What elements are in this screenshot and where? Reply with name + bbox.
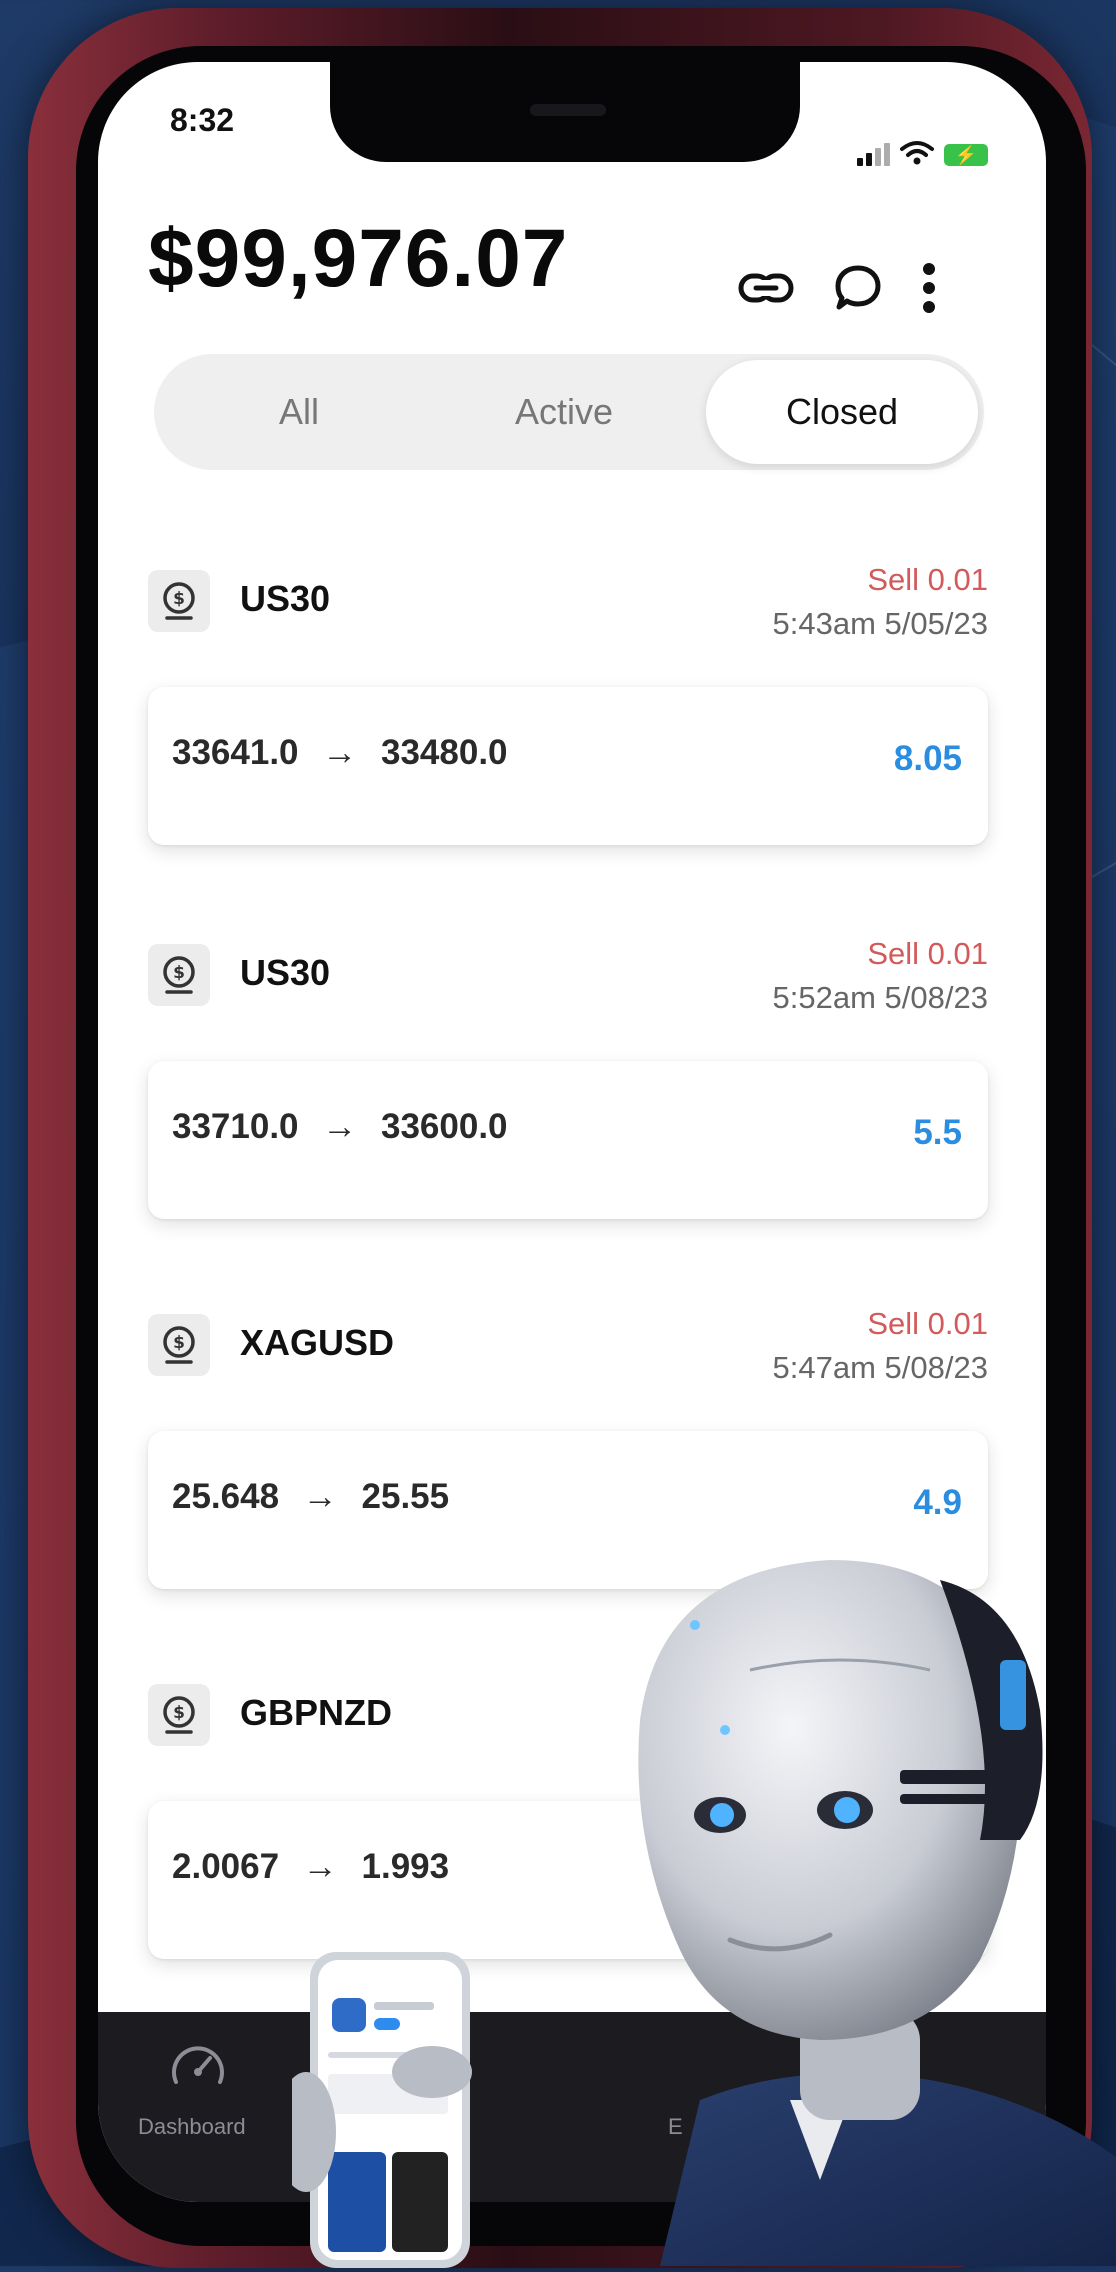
trade-prices: 33710.0 → 33600.0 [172,1107,508,1147]
svg-text:$: $ [173,963,185,983]
tab-closed[interactable]: Closed [706,360,978,464]
trade-prices: 33641.0 → 33480.0 [172,733,508,773]
symbol-name: XAGUSD [240,1322,395,1363]
dollar-coin-icon: $ [148,1314,210,1376]
arrow-right-icon: → [302,1477,338,1516]
trade-card[interactable]: 33710.0 → 33600.0 5.5 [148,1061,988,1219]
profit-value: 8.05 [893,739,962,778]
open-price: 33710.0 [172,1107,299,1146]
tab-active[interactable]: Active [454,354,674,470]
arrow-right-icon: → [322,733,358,772]
trade-time: 5:52am 5/08/23 [772,980,988,1015]
symbol-name: GBPNZD [240,1692,392,1733]
trade-side: Sell 0.01 [867,1306,988,1341]
svg-text:$: $ [173,1703,185,1723]
speaker-grille [530,104,606,116]
trade-filter-tabs: All Active Closed [154,354,984,470]
battery-charging-icon: ⚡ [944,144,988,166]
trade-prices: 2.0067 → 1.993 [172,1847,449,1887]
cellular-signal-icon [857,143,890,166]
close-price: 1.993 [361,1847,450,1886]
profit-value: 5.5 [913,1113,962,1152]
close-price: 33480.0 [381,733,508,772]
trade-header: $ XAGUSD Sell 0.01 5:47am 5/08/23 [148,1306,988,1396]
open-price: 2.0067 [172,1847,280,1886]
dollar-coin-icon: $ [148,570,210,632]
handheld-phone-illustration [292,1952,472,2268]
svg-text:$: $ [173,589,185,609]
robot-mascot-illustration [638,1560,1116,2266]
dollar-coin-icon: $ [148,1684,210,1746]
trade-card[interactable]: 33641.0 → 33480.0 8.05 [148,687,988,845]
status-time: 8:32 [170,102,235,138]
dollar-coin-icon: $ [148,944,210,1006]
symbol-name: US30 [240,952,331,993]
arrow-right-icon: → [302,1847,338,1886]
trade-prices: 25.648 → 25.55 [172,1477,449,1517]
chat-icon[interactable] [834,263,882,313]
wifi-icon [900,141,934,165]
arrow-right-icon: → [322,1107,358,1146]
profit-value: 4.9 [913,1483,962,1522]
speedometer-icon [172,2046,224,2084]
trade-side: Sell 0.01 [867,936,988,971]
tab-dashboard[interactable]: Dashboard [138,2038,258,2148]
status-icons: ⚡ [857,140,988,166]
svg-text:$: $ [173,1333,185,1353]
open-price: 25.648 [172,1477,280,1516]
trade-time: 5:43am 5/05/23 [772,606,988,641]
close-price: 33600.0 [381,1107,508,1146]
tab-dashboard-label: Dashboard [138,2114,246,2139]
account-balance: $99,976.07 [148,213,569,304]
close-price: 25.55 [361,1477,450,1516]
open-price: 33641.0 [172,733,299,772]
symbol-name: US30 [240,578,331,619]
trade-time: 5:47am 5/08/23 [772,1350,988,1385]
phone-notch [330,62,800,162]
header-actions [738,262,936,314]
link-icon[interactable] [738,268,794,308]
trade-header: $ US30 Sell 0.01 5:52am 5/08/23 [148,936,988,1026]
trade-side: Sell 0.01 [867,562,988,597]
tab-all[interactable]: All [214,354,384,470]
trade-header: $ US30 Sell 0.01 5:43am 5/05/23 [148,562,988,652]
more-vertical-icon[interactable] [922,262,936,314]
